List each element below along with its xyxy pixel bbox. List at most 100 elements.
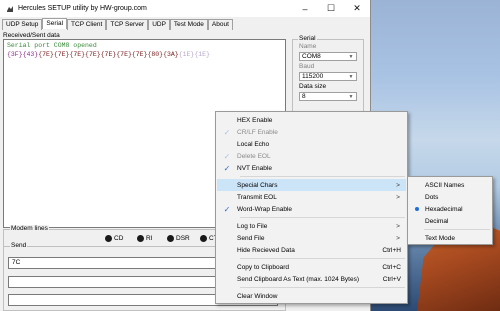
data-size-select[interactable]: 8 ▼ (299, 92, 357, 101)
checkbox-empty (217, 290, 237, 302)
data-size-label: Data size (299, 83, 327, 90)
menu-label: Transmit EOL (237, 193, 277, 201)
menu-label: Send File (237, 234, 265, 242)
checkbox-empty (217, 273, 237, 285)
submenu-arrow-icon: > (396, 222, 400, 230)
menu-item-hex-enable[interactable]: HEX Enable (217, 114, 406, 126)
menu-item-log-to-file[interactable]: Log to File > (217, 220, 406, 232)
terminal-context-menu: HEX Enable ✓ CR/LF Enable Local Echo ✓ D… (215, 111, 408, 304)
hex-token: {7E} (131, 51, 148, 58)
menu-item-special-chars[interactable]: Special Chars > (217, 179, 406, 191)
hex-token: {1E} (178, 51, 195, 58)
submenu-label: Text Mode (425, 234, 455, 242)
submenu-item-hexadecimal[interactable]: Hexadecimal (409, 203, 492, 215)
name-label: Name (299, 43, 317, 50)
led-icon (167, 235, 174, 242)
port-name-value: COM8 (302, 53, 321, 60)
submenu-label: Decimal (425, 217, 449, 225)
check-icon: ✓ (223, 204, 231, 214)
tab-serial[interactable]: Serial (42, 18, 68, 29)
submenu-item-decimal[interactable]: Decimal (409, 215, 492, 227)
window-title: Hercules SETUP utility by HW-group.com (18, 5, 147, 12)
hex-token: {1E} (194, 51, 210, 58)
hercules-app-icon (6, 5, 14, 13)
tab-test-mode[interactable]: Test Mode (169, 19, 208, 30)
radio-selected-icon (409, 207, 425, 211)
maximize-button[interactable]: ☐ (318, 0, 344, 17)
hex-token: {7E} (38, 51, 54, 58)
hex-token: {80} (147, 51, 164, 58)
baud-select[interactable]: 115200 ▼ (299, 72, 357, 81)
received-sent-label: Received/Sent data (3, 32, 60, 39)
menu-item-send-clipboard[interactable]: Send Clipboard As Text (max. 1024 Bytes)… (217, 273, 406, 285)
submenu-arrow-icon: > (396, 181, 400, 189)
menu-item-transmit-eol[interactable]: Transmit EOL > (217, 191, 406, 203)
menu-label: Delete EOL (237, 152, 271, 160)
menu-item-crlf-enable[interactable]: ✓ CR/LF Enable (217, 126, 406, 138)
led-icon (137, 235, 144, 242)
baud-value: 115200 (302, 73, 324, 80)
tab-bar: UDP Setup Serial TCP Client TCP Server U… (2, 18, 233, 30)
hex-token: {7E} (69, 51, 86, 58)
minimize-button[interactable]: – (292, 0, 318, 17)
led-ri-label: RI (146, 235, 153, 242)
submenu-item-ascii-names[interactable]: ASCII Names (409, 179, 492, 191)
menu-item-hide-received[interactable]: Hide Recieved Data Ctrl+H (217, 244, 406, 256)
hex-token: {3F} (7, 51, 23, 58)
menu-separator (240, 217, 405, 218)
submenu-item-text-mode[interactable]: Text Mode (409, 232, 492, 244)
chevron-down-icon: ▼ (348, 54, 354, 60)
checkbox-empty (217, 191, 237, 203)
submenu-label: Hexadecimal (425, 205, 463, 213)
title-bar[interactable]: Hercules SETUP utility by HW-group.com –… (0, 0, 370, 17)
check-icon: ✓ (223, 151, 231, 161)
led-cd-label: CD (114, 235, 124, 242)
menu-label: HEX Enable (237, 116, 273, 124)
menu-item-send-file[interactable]: Send File > (217, 232, 406, 244)
terminal-hex-line: {3F}{43}{7E}{7E}{7E}{7E}{7E}{7E}{7E}{80}… (7, 50, 282, 59)
tab-tcp-server[interactable]: TCP Server (106, 19, 149, 30)
shortcut-label: Ctrl+C (382, 263, 401, 271)
menu-separator (424, 229, 490, 230)
hex-token: {7E} (100, 51, 117, 58)
menu-item-local-echo[interactable]: Local Echo (217, 138, 406, 150)
menu-label: Copy to Clipboard (237, 263, 290, 271)
special-chars-submenu: ASCII Names Dots Hexadecimal Decimal Tex… (407, 176, 493, 245)
serial-group-label: Serial (298, 35, 317, 42)
menu-separator (240, 176, 405, 177)
menu-label: NVT Enable (237, 164, 272, 172)
shortcut-label: Ctrl+V (382, 275, 401, 283)
menu-item-delete-eol[interactable]: ✓ Delete EOL (217, 150, 406, 162)
menu-item-copy-clipboard[interactable]: Copy to Clipboard Ctrl+C (217, 261, 406, 273)
submenu-arrow-icon: > (396, 234, 400, 242)
chevron-down-icon: ▼ (348, 94, 354, 100)
check-icon: ✓ (223, 163, 231, 173)
tab-udp-setup[interactable]: UDP Setup (2, 19, 43, 30)
serial-settings-group: Serial Name COM8 ▼ Baud 115200 ▼ Data si… (292, 35, 364, 117)
menu-item-clear-window[interactable]: Clear Window (217, 290, 406, 302)
checkbox-empty (217, 179, 237, 191)
checkbox-empty (217, 232, 237, 244)
terminal-line-opened: Serial port COM8 opened (7, 42, 97, 49)
port-name-select[interactable]: COM8 ▼ (299, 52, 357, 61)
tab-tcp-client[interactable]: TCP Client (67, 19, 107, 30)
check-icon: ✓ (223, 127, 231, 137)
hex-token: {43} (22, 51, 39, 58)
menu-label: Local Echo (237, 140, 270, 148)
tab-udp[interactable]: UDP (148, 19, 170, 30)
close-button[interactable]: ✕ (344, 0, 370, 17)
menu-separator (240, 287, 405, 288)
menu-item-word-wrap[interactable]: ✓ Word-Wrap Enable (217, 203, 406, 215)
menu-label: Hide Recieved Data (237, 246, 295, 254)
led-icon (200, 235, 207, 242)
menu-item-nvt-enable[interactable]: ✓ NVT Enable (217, 162, 406, 174)
menu-label: Clear Window (237, 292, 278, 300)
menu-label: Send Clipboard As Text (max. 1024 Bytes) (237, 275, 359, 283)
send-label: Send (10, 242, 28, 249)
submenu-label: ASCII Names (425, 181, 465, 189)
submenu-item-dots[interactable]: Dots (409, 191, 492, 203)
shortcut-label: Ctrl+H (382, 246, 401, 254)
tab-about[interactable]: About (207, 19, 233, 30)
hex-token: {7E} (53, 51, 70, 58)
data-size-value: 8 (302, 93, 306, 100)
